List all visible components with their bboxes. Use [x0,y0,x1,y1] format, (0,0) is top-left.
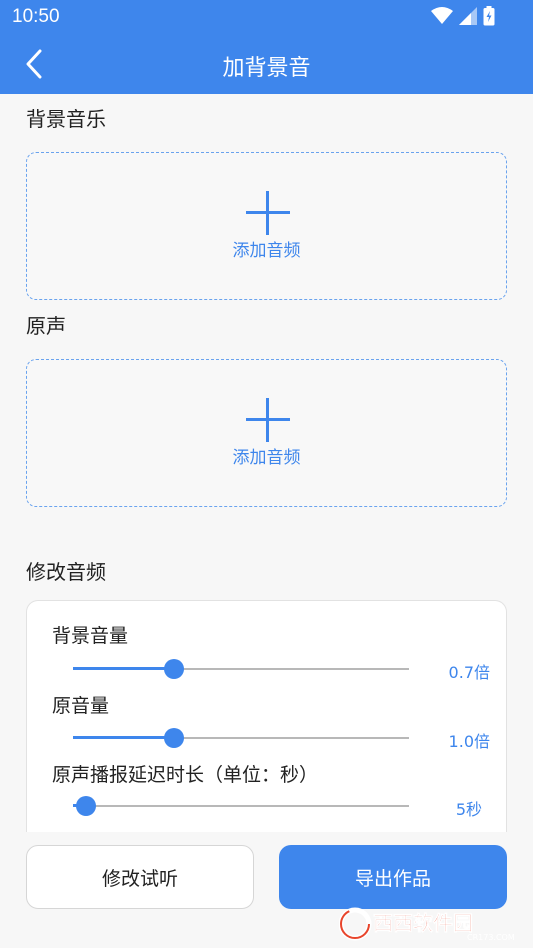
watermark-logo: 西西软件园 CR173.COM [339,907,515,942]
status-icons [431,6,495,26]
slider-fill [73,736,174,739]
slider-fill [73,667,174,670]
bgm-volume-slider[interactable] [73,659,409,679]
preview-button[interactable]: 修改试听 [26,845,254,909]
signal-icon [459,7,477,25]
status-bar: 10:50 [0,0,533,36]
delay-duration-label: 原声播报延迟时长（单位：秒） [52,764,319,786]
modify-section-label: 修改音频 [26,560,106,584]
original-volume-slider[interactable] [73,728,409,748]
wifi-icon [431,7,453,24]
slider-thumb[interactable] [163,659,184,679]
page-title: 加背景音 [222,56,311,81]
watermark-domain: CR173.COM [467,933,515,942]
audio-settings-card: 背景音量 0.7倍 原音量 1.0倍 原声播报延迟时长（单位：秒） 5秒 [26,600,507,832]
plus-icon [246,191,290,235]
add-original-audio-button[interactable]: 添加音频 [26,359,507,507]
original-volume-label: 原音量 [52,695,110,717]
status-time: 10:50 [12,6,60,27]
slider-thumb[interactable] [76,796,97,816]
slider-thumb[interactable] [163,728,184,748]
original-section-label: 原声 [26,314,66,338]
add-bgm-audio-button[interactable]: 添加音频 [26,152,507,300]
plus-icon [246,398,290,442]
add-audio-label: 添加音频 [232,448,301,468]
slider-track [73,805,409,807]
original-volume-value: 1.0倍 [448,732,490,751]
bgm-volume-label: 背景音量 [52,625,129,647]
export-button[interactable]: 导出作品 [279,845,507,909]
delay-duration-value: 5秒 [455,800,482,819]
watermark-brand: 西西软件园 [373,911,473,935]
battery-icon [483,6,495,26]
app-bar: 加背景音 [0,36,533,94]
delay-duration-slider[interactable] [73,796,409,816]
bgm-volume-value: 0.7倍 [448,663,490,682]
add-audio-label: 添加音频 [232,241,301,261]
bgm-section-label: 背景音乐 [26,107,106,131]
